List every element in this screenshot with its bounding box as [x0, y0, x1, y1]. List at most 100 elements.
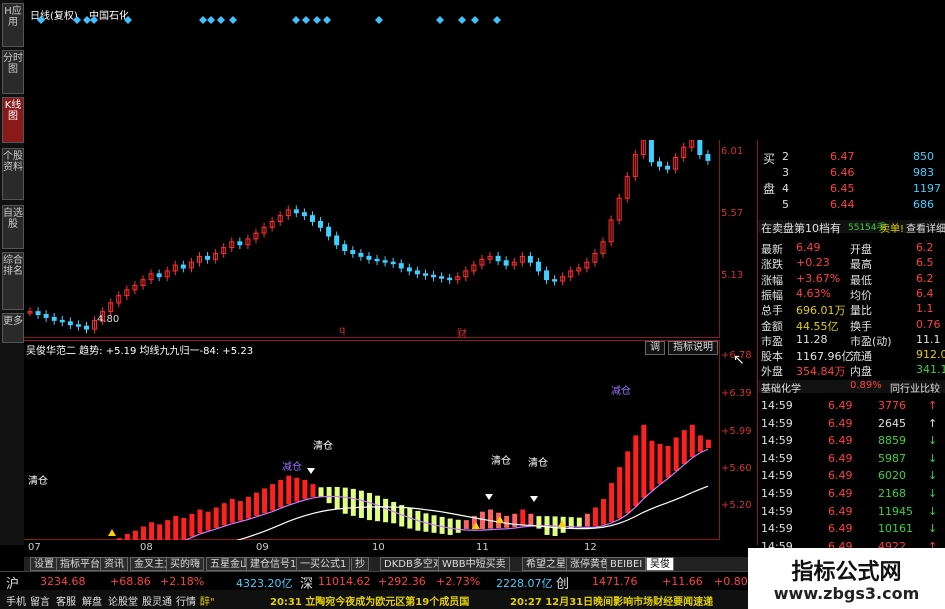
indicator-bar-71 — [601, 498, 607, 525]
candle-body-37 — [326, 226, 332, 237]
indicator-bar-78 — [657, 443, 663, 484]
order-book-row: 3 6.46 983 — [782, 166, 934, 179]
indicator-bar-39 — [342, 487, 348, 514]
sidebar-tab-1[interactable]: 分时图 — [2, 50, 24, 94]
signal-diamond-10 — [302, 16, 310, 24]
indicator-tab-11[interactable]: 希望之星 — [522, 557, 570, 571]
price-label-0: 6.01 — [721, 146, 744, 157]
candle-body-59 — [503, 260, 509, 266]
indicator-bar-25 — [229, 498, 235, 523]
indicator-tab-4[interactable]: 买的嗨 — [166, 557, 204, 571]
candle-body-58 — [495, 255, 501, 262]
indicator-bar-53 — [455, 519, 461, 533]
indicator-tab-2[interactable]: 资讯 — [100, 557, 128, 571]
indicator-bar-76 — [641, 424, 647, 498]
trade-row: 14:59 6.49 6020 ↓ — [761, 469, 938, 483]
marker-q[interactable]: q — [339, 325, 345, 336]
candle-body-62 — [527, 255, 533, 263]
indicator-bar-54 — [463, 520, 469, 529]
candle-body-38 — [334, 235, 340, 246]
annotation-clear-2: 清仓 — [313, 441, 333, 452]
bottom-link-6[interactable]: 行情 — [176, 593, 196, 608]
indicator-tab-7[interactable]: 一买公式1 — [296, 557, 351, 571]
big-order-notice[interactable]: 在卖盘第10档有 55154手 卖单! 查看详细 — [758, 220, 945, 235]
candle-body-16 — [156, 273, 162, 278]
indicator-tab-0[interactable]: 设置 — [30, 557, 58, 571]
indicator-label-4: +5.20 — [721, 500, 752, 511]
candle-body-51 — [439, 276, 445, 279]
sidebar-tab-4[interactable]: 自选股 — [2, 205, 24, 249]
candle-body-77 — [648, 140, 654, 163]
indicator-bar-17 — [165, 520, 171, 540]
indicator-bar-83 — [697, 435, 703, 452]
indicator-tab-13[interactable]: BEIBEI — [606, 557, 647, 571]
bottom-link-2[interactable]: 客服 — [56, 593, 76, 608]
indicator-bar-15 — [149, 522, 155, 540]
indicator-tab-6[interactable]: 建仓信号1 — [246, 557, 301, 571]
sh-index[interactable]: 3234.68 — [40, 575, 86, 588]
app-window: H应用 分时图 K线图 个股资料 自选股 综合排名 更多 日线(复权) 中国石化 6.01 … — [0, 0, 945, 609]
signal-diamond-2 — [83, 16, 91, 24]
quote-row: 最新 6.49 开盘 6.2 — [761, 241, 934, 256]
candle-body-42 — [366, 255, 372, 260]
indicator-tab-10[interactable]: WBB中短买卖 — [438, 557, 510, 571]
indicator-help-button[interactable]: 指标说明 — [668, 341, 718, 355]
adjust-button[interactable]: 调 — [645, 341, 665, 355]
candle-body-48 — [414, 270, 420, 275]
x-label-12: 12 — [584, 542, 597, 553]
indicator-bar-84 — [705, 439, 711, 449]
bottom-link-3[interactable]: 解盘 — [82, 593, 102, 608]
candle-body-39 — [342, 244, 348, 252]
sell-triangle-0 — [307, 468, 315, 474]
candle-body-5 — [67, 321, 73, 326]
bottom-link-0[interactable]: 手机 — [6, 593, 26, 608]
arrow-down-icon: ↓ — [928, 451, 938, 465]
indicator-bar-20 — [189, 513, 195, 537]
bottom-link-5[interactable]: 股灵通 — [142, 593, 172, 608]
sidebar-tab-3[interactable]: 个股资料 — [2, 148, 24, 200]
sidebar-tab-5[interactable]: 综合排名 — [2, 252, 24, 310]
sidebar-tab-2[interactable]: K线图 — [2, 97, 24, 143]
news-item-2[interactable]: 20:27 12月31日晚间影响市场财经要闻速递 — [510, 593, 713, 608]
candle-body-43 — [374, 258, 380, 262]
marker-cai[interactable]: 财 — [457, 325, 467, 340]
candle-body-45 — [390, 261, 396, 265]
sidebar-tab-6[interactable]: 更多 — [2, 313, 24, 343]
trade-row: 14:59 6.49 2168 ↓ — [761, 487, 938, 500]
annotation-clear-4: 清仓 — [528, 458, 548, 469]
candle-body-47 — [406, 267, 412, 272]
sidebar-tab-0[interactable]: H应用 — [2, 3, 24, 47]
arrow-down-icon: ↓ — [928, 434, 938, 448]
bottom-link-1[interactable]: 留言 — [30, 593, 50, 608]
bottom-link-4[interactable]: 论股堂 — [108, 593, 138, 608]
view-detail-link[interactable]: 查看详细 — [906, 220, 945, 235]
indicator-label-0: +6.78 — [721, 350, 752, 361]
cy-index[interactable]: 1471.76 — [592, 575, 638, 588]
indicator-bar-56 — [479, 511, 485, 530]
indicator-bar-31 — [278, 479, 284, 508]
signal-diamond-11 — [313, 16, 321, 24]
x-label-08: 08 — [140, 542, 153, 553]
industry-compare-button[interactable]: 同行业比较 — [890, 380, 940, 395]
order-book-row: 5 6.44 686 — [782, 198, 934, 211]
indicator-bar-34 — [302, 479, 308, 499]
indicator-tab-1[interactable]: 指标平台 — [56, 557, 104, 571]
news-item-1[interactable]: 20:31 立陶宛今夜成为欧元区第19个成员国 — [270, 593, 469, 608]
candle-body-63 — [535, 261, 541, 272]
indicator-bar-75 — [633, 435, 639, 507]
indicator-bar-24 — [221, 503, 227, 526]
indicator-bar-81 — [681, 430, 687, 464]
signal-diamond-row — [37, 16, 501, 24]
indicator-tab-14[interactable]: 吴俊 — [646, 557, 674, 571]
indicator-tab-8[interactable]: 抄 — [351, 557, 369, 571]
candle-body-78 — [657, 161, 663, 167]
indicator-bar-11 — [116, 538, 122, 540]
sidebar: H应用分时图 K线图个股资料自选股综合排名更多 — [0, 0, 24, 545]
price-label-2: 5.13 — [721, 270, 744, 281]
candle-body-79 — [665, 165, 671, 170]
candle-body-40 — [350, 250, 356, 254]
sz-index[interactable]: 11014.62 — [318, 575, 371, 588]
sell-triangle-2 — [530, 496, 538, 502]
arrow-down-icon: ↓ — [928, 504, 938, 518]
sector-row[interactable]: 基础化学 0.89% 同行业比较 — [758, 380, 945, 395]
